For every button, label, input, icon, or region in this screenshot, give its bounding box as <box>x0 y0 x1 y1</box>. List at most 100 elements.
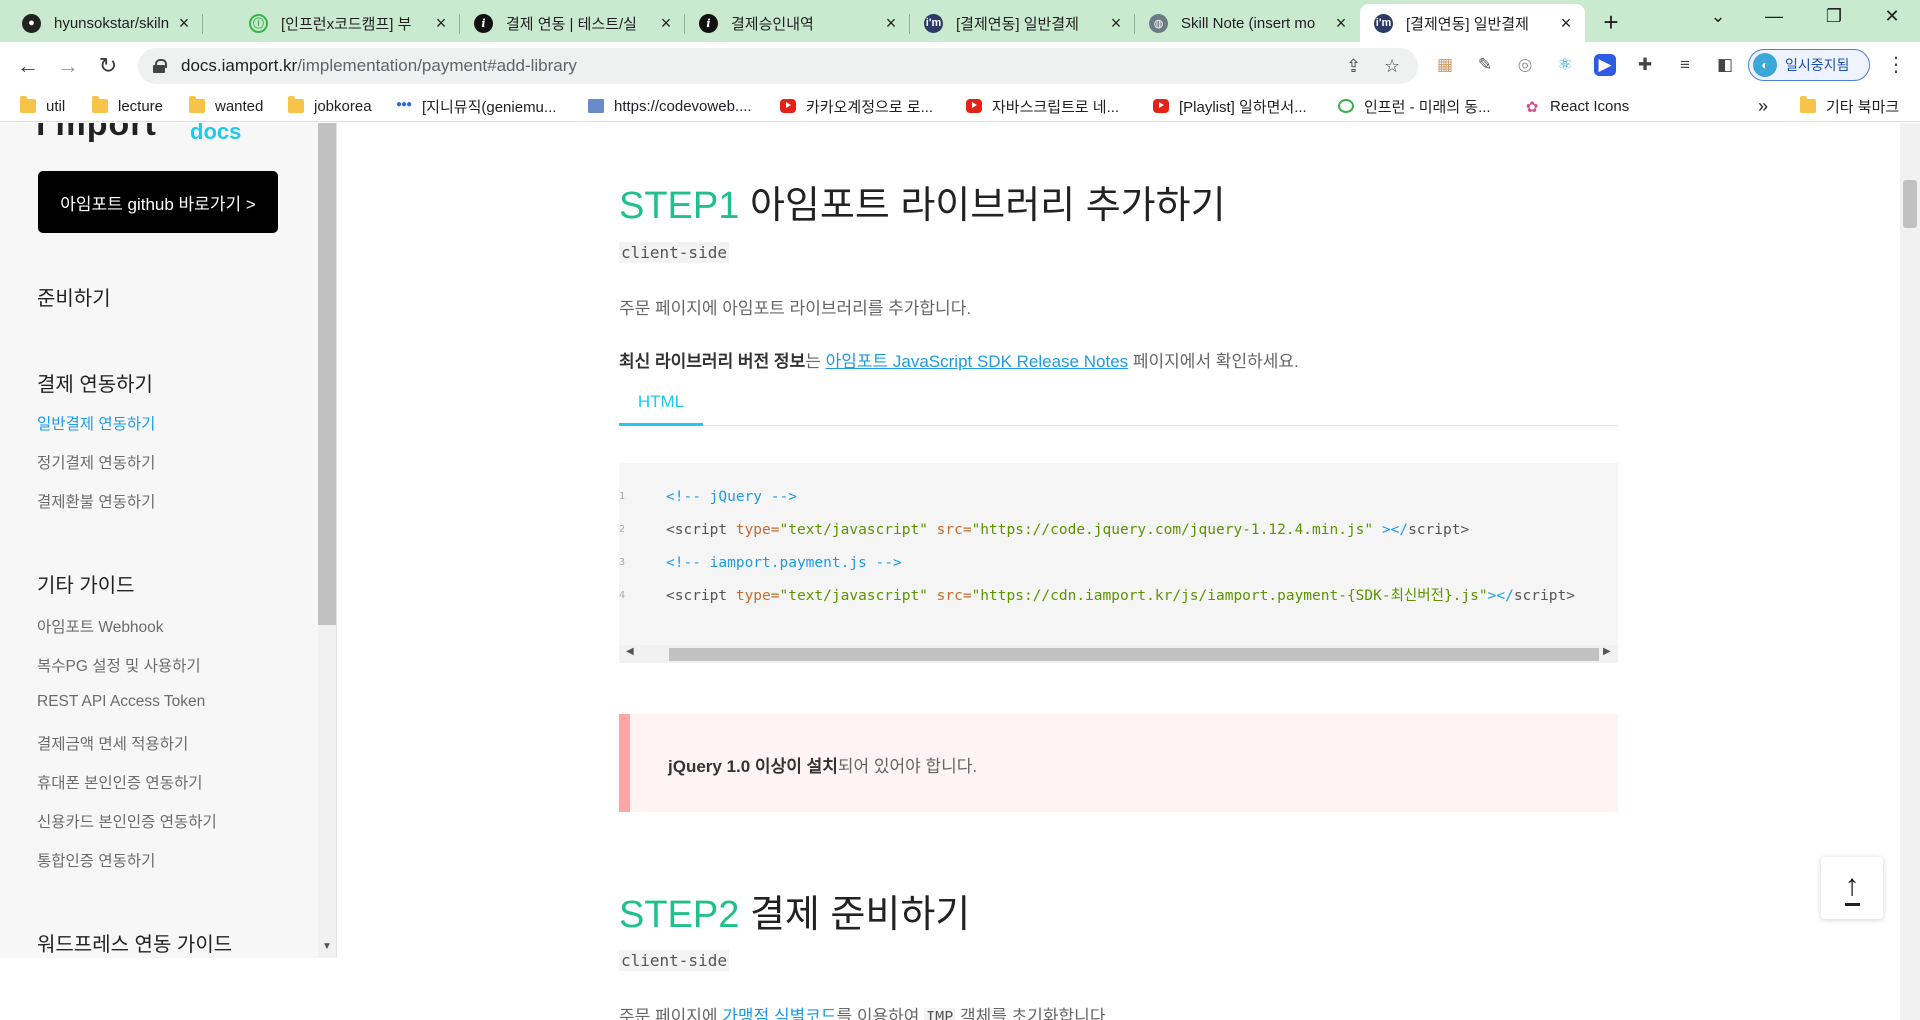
tab-close-icon[interactable]: × <box>1332 13 1350 34</box>
calendar-extension-icon[interactable]: ▦ <box>1434 54 1456 76</box>
close-window-icon[interactable]: ✕ <box>1880 6 1904 27</box>
tab-inflearn[interactable]: ⓘ [인프런x코드캠프] 부 × <box>235 4 460 42</box>
sidebar-item-card-cert[interactable]: 신용카드 본인인증 연동하기 <box>37 810 217 832</box>
video-extension-icon[interactable]: ▶ <box>1594 54 1616 76</box>
tab-close-icon[interactable]: × <box>882 13 900 34</box>
tab-close-icon[interactable]: × <box>657 13 675 34</box>
sidebar-scroll-thumb[interactable] <box>318 123 336 625</box>
tab-iamport-docs-active[interactable]: i'm [결제연동] 일반결제 × <box>1360 4 1585 42</box>
sidebar-heading-other[interactable]: 기타 가이드 <box>37 569 135 598</box>
minimize-icon[interactable]: — <box>1762 6 1786 27</box>
inflearn-icon: ⓘ <box>249 13 268 33</box>
bookmarks-bar: util lecture wanted jobkorea ●●● [지니뮤직(ge… <box>0 90 1920 122</box>
bookmark-react-icons[interactable]: ✿ React Icons <box>1524 95 1630 117</box>
bookmark-inflearn[interactable]: 인프런 - 미래의 동... <box>1338 95 1491 117</box>
genie-icon: ●●● <box>396 99 412 110</box>
bookmark-javascript[interactable]: 자바스크립트로 네... <box>966 95 1119 117</box>
sidebar-item-multi-pg[interactable]: 복수PG 설정 및 사용하기 <box>37 654 201 676</box>
sidebar-item-phone-cert[interactable]: 휴대폰 본인인증 연동하기 <box>37 771 202 793</box>
step1-title: STEP1 아임포트 라이브러리 추가하기 <box>619 174 1226 229</box>
back-to-top-button[interactable]: ↑ <box>1821 857 1883 919</box>
bookmark-wanted[interactable]: wanted <box>189 95 263 117</box>
bookmark-playlist[interactable]: [Playlist] 일하면서... <box>1153 95 1307 117</box>
tab-close-icon[interactable]: × <box>1107 13 1125 34</box>
forward-arrow-icon[interactable]: → <box>54 52 82 80</box>
extensions-puzzle-icon[interactable]: ✚ <box>1634 54 1656 76</box>
side-panel-icon[interactable]: ◧ <box>1714 54 1736 76</box>
sidebar-heading-payment[interactable]: 결제 연동하기 <box>37 368 153 397</box>
scroll-right-arrow-icon[interactable]: ▶ <box>1603 646 1611 657</box>
bookmark-jobkorea[interactable]: jobkorea <box>288 95 372 117</box>
bookmark-codevoweb[interactable]: https://codevoweb.... <box>588 95 752 117</box>
other-bookmarks[interactable]: 기타 북마크 <box>1800 95 1899 117</box>
tab-close-icon[interactable]: × <box>1557 13 1575 34</box>
bookmark-label: 기타 북마크 <box>1826 98 1900 116</box>
bookmark-genie[interactable]: ●●● [지니뮤직(geniemu... <box>396 95 556 117</box>
release-notes-link[interactable]: 아임포트 JavaScript SDK Release Notes <box>826 352 1129 371</box>
code-attr: src= <box>927 588 972 604</box>
merchant-code-link[interactable]: 가맹점 식별코드 <box>722 1007 836 1020</box>
sidebar-scrollbar[interactable]: ▼ <box>318 123 336 958</box>
line-number: 3 <box>619 557 626 568</box>
reading-list-icon[interactable]: ≡ <box>1674 54 1696 76</box>
bookmark-star-icon[interactable]: ☆ <box>1384 56 1400 77</box>
reload-icon[interactable]: ↻ <box>94 52 122 80</box>
back-arrow-icon[interactable]: ← <box>14 52 42 80</box>
code-tabs: HTML <box>619 383 1618 426</box>
tab-close-icon[interactable]: × <box>432 13 450 34</box>
step2-description: 주문 페이지에 가맹점 식별코드를 이용하여 IMP 객체를 초기화합니다. <box>619 1002 1110 1020</box>
browser-toolbar: ← → ↻ docs.iamport.kr/implementation/pay… <box>0 42 1920 90</box>
scroll-left-arrow-icon[interactable]: ◀ <box>626 646 634 657</box>
sidebar-heading-wordpress[interactable]: 워드프레스 연동 가이드 <box>37 928 232 957</box>
react-devtools-icon[interactable]: ⚛ <box>1554 54 1576 76</box>
new-tab-button[interactable]: + <box>1598 8 1624 36</box>
iamport-logo[interactable]: i'mport <box>36 123 157 144</box>
sidebar-item-webhook[interactable]: 아임포트 Webhook <box>37 615 164 637</box>
code-punct: ></ <box>1487 588 1514 604</box>
line-number: 2 <box>619 524 626 535</box>
tab-iamport-docs-1[interactable]: i'm [결제연동] 일반결제 × <box>910 4 1135 42</box>
code-attr: type= <box>727 522 780 538</box>
tab-github[interactable]: ● hyunsokstar/skilnote × <box>8 4 203 42</box>
bookmark-util[interactable]: util <box>20 95 65 117</box>
sidebar-item-tax-free[interactable]: 결제금액 면세 적용하기 <box>37 732 188 754</box>
eyedropper-extension-icon[interactable]: ✎ <box>1474 54 1496 76</box>
url-text[interactable]: docs.iamport.kr/implementation/payment#a… <box>181 56 577 76</box>
address-bar[interactable]: docs.iamport.kr/implementation/payment#a… <box>138 48 1418 84</box>
scroll-down-arrow-icon[interactable]: ▼ <box>322 941 332 952</box>
tab-close-icon[interactable]: × <box>175 13 193 34</box>
github-link-button[interactable]: 아임포트 github 바로가기 > <box>38 171 278 233</box>
browser-menu-icon[interactable]: ⋮ <box>1886 52 1906 77</box>
tab-payment-approval[interactable]: i 결제승인내역 × <box>685 4 910 42</box>
extension-circle-icon[interactable]: ◎ <box>1514 54 1536 76</box>
bookmark-kakao[interactable]: 카카오계정으로 로... <box>780 95 933 117</box>
tab-search-icon[interactable]: ⌄ <box>1706 6 1730 27</box>
sidebar-heading-prepare[interactable]: 준비하기 <box>37 282 111 311</box>
bookmarks-overflow-icon[interactable]: » <box>1758 95 1768 117</box>
page-viewport: i'mport docs 아임포트 github 바로가기 > 준비하기 결제 … <box>0 123 1920 1020</box>
code-source: <!-- iamport.payment.js --> <box>666 549 902 577</box>
profile-button[interactable]: ◐ 일시중지됨 <box>1748 49 1870 81</box>
bookmark-lecture[interactable]: lecture <box>92 95 163 117</box>
lock-icon[interactable] <box>153 59 167 73</box>
code-horizontal-scrollbar[interactable]: ◀ ▶ <box>619 645 1618 663</box>
share-icon[interactable]: ⇪ <box>1346 56 1361 77</box>
tab-skill-note[interactable]: ◍ Skill Note (insert mo × <box>1135 4 1360 42</box>
sidebar-divider <box>336 123 337 958</box>
sidebar-item-unified-cert[interactable]: 통합인증 연동하기 <box>37 849 155 871</box>
sidebar-item-rest-token[interactable]: REST API Access Token <box>37 693 205 711</box>
tab-html[interactable]: HTML <box>619 383 703 426</box>
react-icon: ✿ <box>1525 99 1539 116</box>
code-attr: src= <box>927 522 972 538</box>
step2-title: STEP2 결제 준비하기 <box>619 883 970 938</box>
bookmark-label: util <box>46 97 66 115</box>
line-number: 1 <box>619 491 626 502</box>
sidebar-item-subscription-payment[interactable]: 정기결제 연동하기 <box>37 451 155 473</box>
tab-payment-integration[interactable]: i 결제 연동 | 테스트/실 × <box>460 4 685 42</box>
page-scrollbar[interactable] <box>1900 123 1920 1020</box>
sidebar-item-refund[interactable]: 결제환불 연동하기 <box>37 490 155 512</box>
restore-icon[interactable]: ❐ <box>1822 6 1846 27</box>
code-scroll-thumb[interactable] <box>669 648 1599 661</box>
sidebar-item-general-payment[interactable]: 일반결제 연동하기 <box>37 412 155 434</box>
page-scroll-thumb[interactable] <box>1903 180 1917 228</box>
